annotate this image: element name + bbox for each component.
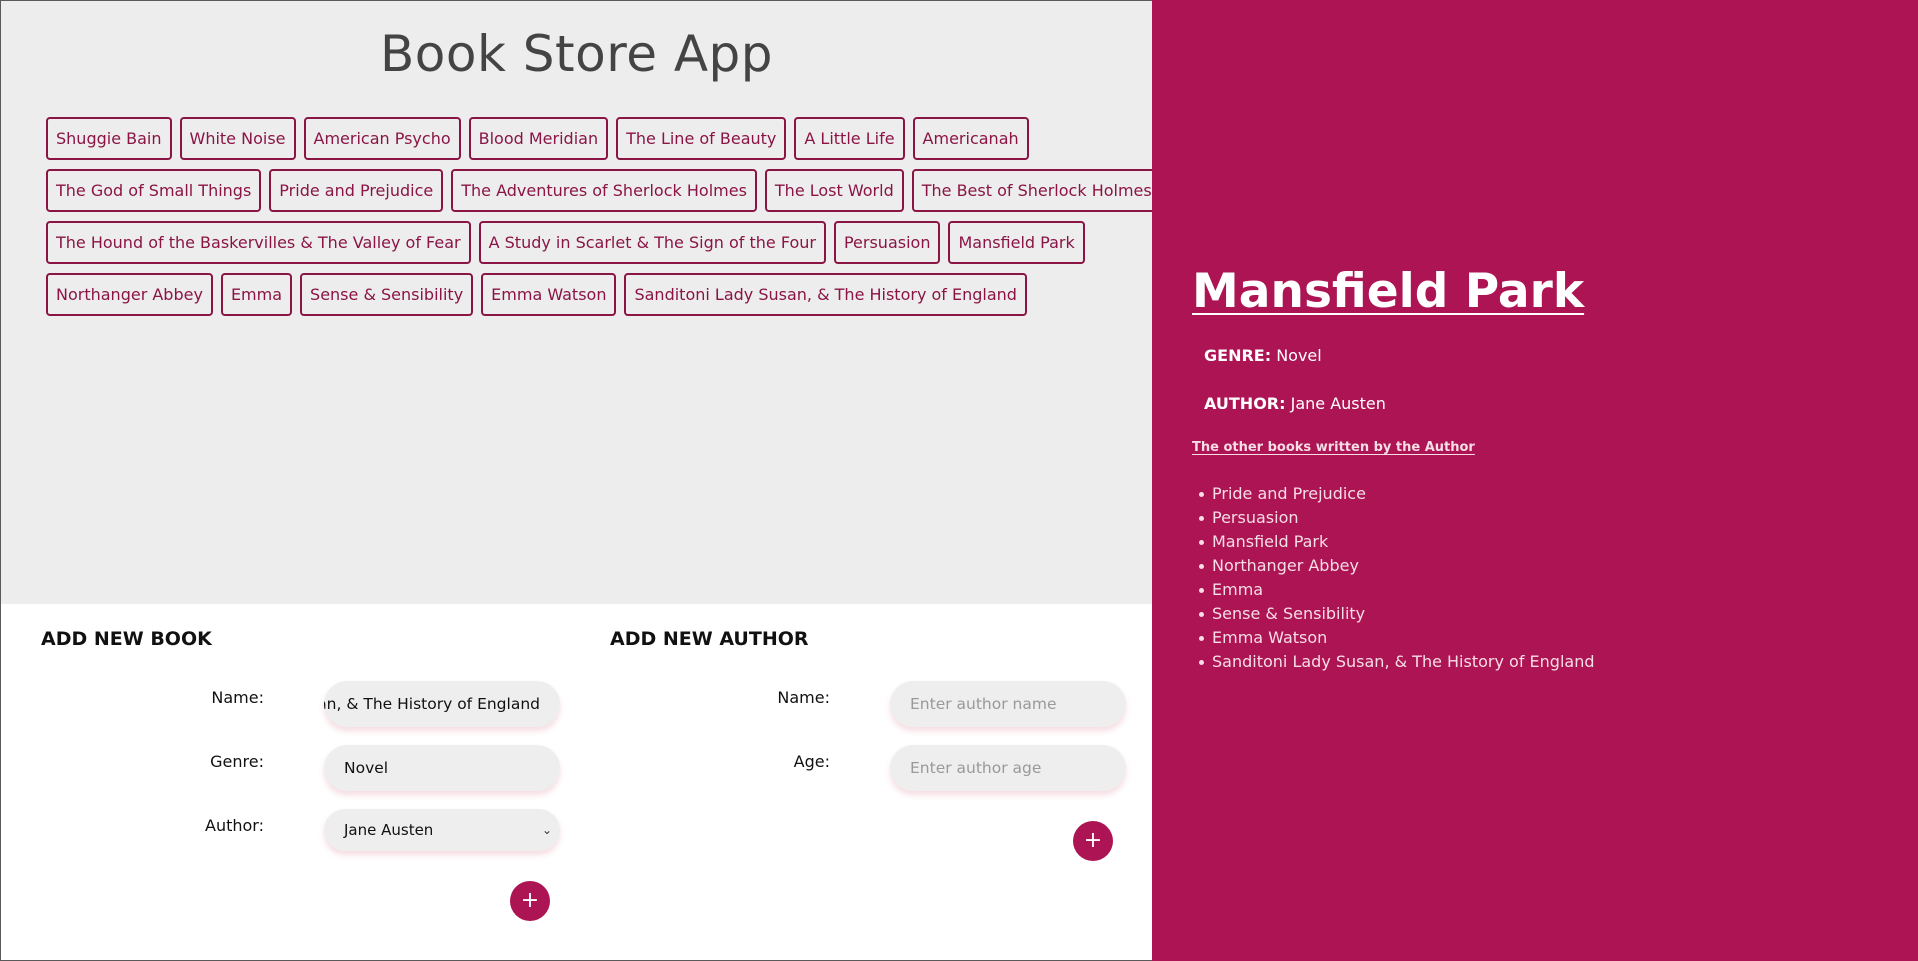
- book-genre-input[interactable]: Novel: [324, 745, 560, 791]
- book-row: Shuggie Bain White Noise American Psycho Bl…: [46, 117, 1116, 160]
- book-name-input[interactable]: an, & The History of England: [324, 681, 560, 727]
- book-list: Shuggie Bain White Noise American Psycho Bl…: [46, 117, 1162, 325]
- book-chip[interactable]: Americanah: [912, 117, 1029, 160]
- plus-icon: +: [520, 888, 540, 913]
- detail-title: Mansfield Park: [1192, 264, 1585, 319]
- book-chip[interactable]: American Psycho: [303, 117, 461, 160]
- author-label: AUTHOR:: [1204, 394, 1286, 413]
- other-books-heading: The other books written by the Author: [1192, 440, 1475, 455]
- book-name-value: an, & The History of England: [324, 695, 540, 713]
- chevron-down-icon: ⌄: [541, 823, 552, 837]
- add-book-button[interactable]: +: [510, 881, 550, 921]
- book-author-value: Jane Austen: [344, 821, 434, 839]
- other-book-item: Emma: [1199, 578, 1595, 602]
- book-detail-panel: Mansfield Park GENRE: Novel AUTHOR: Jane…: [1152, 0, 1918, 961]
- book-chip[interactable]: The Hound of the Baskervilles & The Vall…: [46, 221, 471, 264]
- book-chip[interactable]: Shuggie Bain: [46, 117, 172, 160]
- book-chip[interactable]: Northanger Abbey: [46, 273, 213, 316]
- book-chip[interactable]: The Adventures of Sherlock Holmes: [451, 169, 757, 212]
- book-chip[interactable]: Emma Watson: [481, 273, 617, 316]
- other-book-item: Pride and Prejudice: [1199, 482, 1595, 506]
- add-author-button[interactable]: +: [1073, 821, 1113, 861]
- author-name-placeholder: Enter author name: [910, 695, 1057, 713]
- book-chip[interactable]: White Noise: [179, 117, 296, 160]
- book-chip[interactable]: Blood Meridian: [468, 117, 609, 160]
- book-author-select[interactable]: Jane Austen ⌄: [324, 809, 560, 851]
- book-genre-label: Genre:: [210, 752, 264, 771]
- author-name-label: Name:: [777, 688, 830, 707]
- book-chip[interactable]: Sanditoni Lady Susan, & The History of E…: [624, 273, 1027, 316]
- author-value: Jane Austen: [1290, 394, 1386, 413]
- genre-label: GENRE:: [1204, 346, 1272, 365]
- genre-value: Novel: [1276, 346, 1322, 365]
- other-books-list: Pride and Prejudice Persuasion Mansfield P…: [1199, 482, 1595, 674]
- author-name-input[interactable]: Enter author name: [890, 681, 1126, 727]
- detail-genre: GENRE: Novel: [1204, 346, 1322, 365]
- book-chip[interactable]: Pride and Prejudice: [269, 169, 444, 212]
- book-chip[interactable]: The Line of Beauty: [616, 117, 787, 160]
- book-row: Northanger Abbey Emma Sense & Sensibility E…: [46, 273, 1116, 316]
- book-row: The God of Small Things Pride and Prejudi…: [46, 169, 1162, 212]
- other-book-item: Mansfield Park: [1199, 530, 1595, 554]
- book-chip[interactable]: A Study in Scarlet & The Sign of the Fou…: [478, 221, 826, 264]
- forms-section: ADD NEW BOOK Name: an, & The History of …: [1, 604, 1152, 960]
- add-book-title: ADD NEW BOOK: [41, 628, 212, 650]
- other-book-item: Sense & Sensibility: [1199, 602, 1595, 626]
- author-age-label: Age:: [793, 752, 830, 771]
- book-chip[interactable]: Persuasion: [833, 221, 941, 264]
- other-book-item: Northanger Abbey: [1199, 554, 1595, 578]
- book-list-section: Book Store App Shuggie Bain White Noise Am…: [1, 1, 1162, 604]
- other-book-item: Emma Watson: [1199, 626, 1595, 650]
- other-book-item: Persuasion: [1199, 506, 1595, 530]
- app-title: Book Store App: [379, 25, 774, 83]
- book-chip[interactable]: The Best of Sherlock Holmes: [911, 169, 1162, 212]
- book-row: The Hound of the Baskervilles & The Vall…: [46, 221, 1116, 264]
- book-chip[interactable]: The God of Small Things: [46, 169, 262, 212]
- book-chip[interactable]: Emma: [220, 273, 293, 316]
- book-chip[interactable]: Mansfield Park: [948, 221, 1085, 264]
- plus-icon: +: [1083, 828, 1103, 853]
- author-age-input[interactable]: Enter author age: [890, 745, 1126, 791]
- book-chip[interactable]: The Lost World: [764, 169, 904, 212]
- detail-author: AUTHOR: Jane Austen: [1204, 394, 1386, 413]
- book-genre-value: Novel: [344, 759, 389, 777]
- book-chip[interactable]: Sense & Sensibility: [300, 273, 474, 316]
- book-name-label: Name:: [211, 688, 264, 707]
- book-author-label: Author:: [205, 816, 264, 835]
- author-age-placeholder: Enter author age: [910, 759, 1042, 777]
- add-author-title: ADD NEW AUTHOR: [610, 628, 809, 650]
- other-book-item: Sanditoni Lady Susan, & The History of E…: [1199, 650, 1595, 674]
- main-panel: Book Store App Shuggie Bain White Noise Am…: [0, 0, 1162, 961]
- book-chip[interactable]: A Little Life: [794, 117, 905, 160]
